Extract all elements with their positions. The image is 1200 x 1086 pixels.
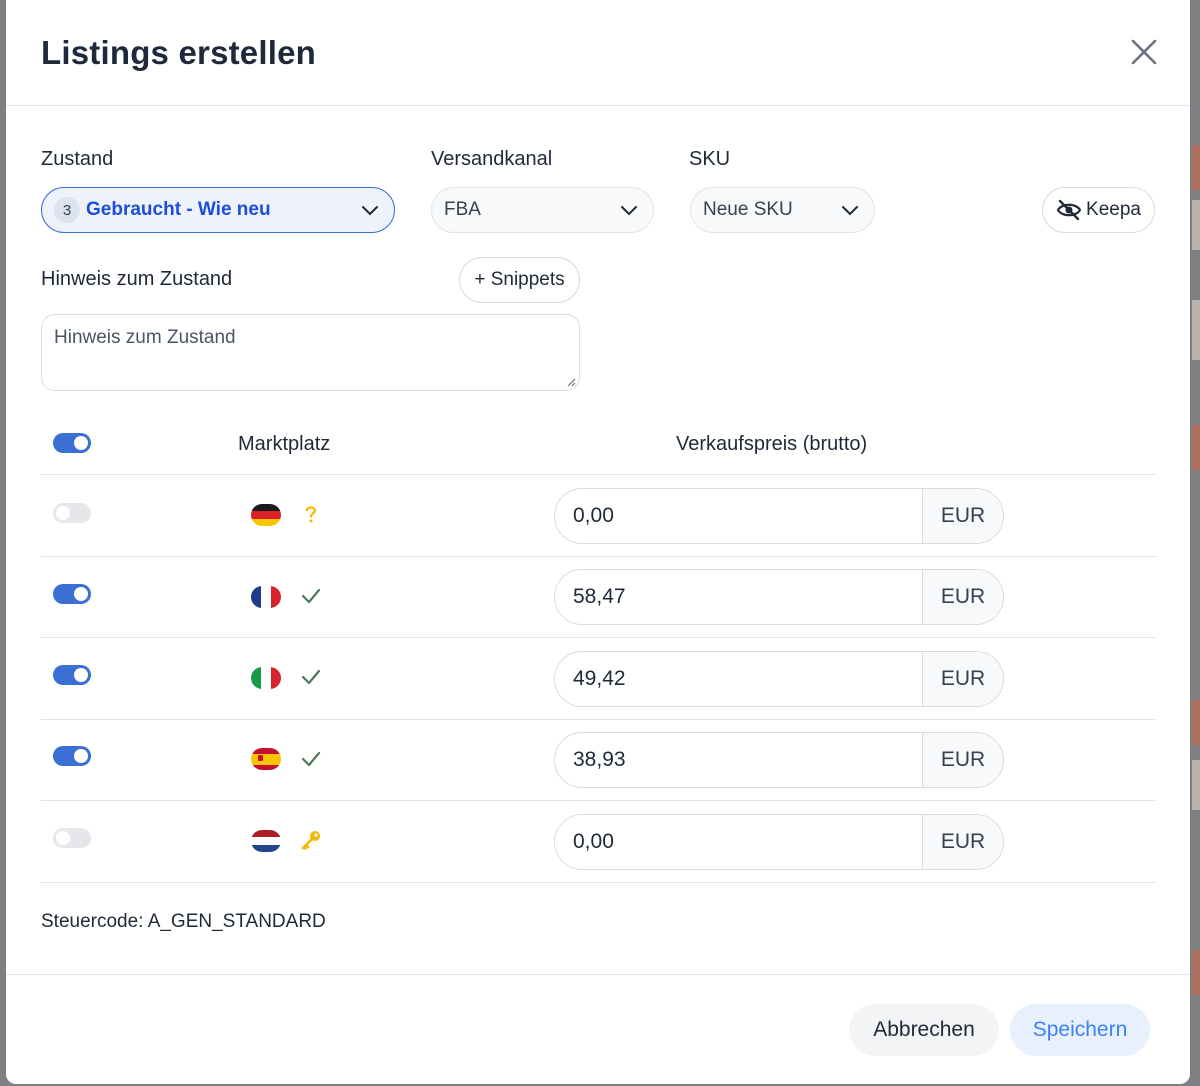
chevron-down-icon — [842, 206, 858, 216]
versandkanal-select[interactable]: FBA — [431, 187, 654, 233]
background-strip — [1192, 200, 1200, 250]
toggle-marketplace-es[interactable] — [53, 746, 91, 766]
condition-badge: 3 — [54, 197, 80, 223]
keepa-button[interactable]: Keepa — [1042, 187, 1155, 233]
price-input-es[interactable]: 38,93 — [555, 733, 923, 787]
table-divider — [41, 800, 1156, 801]
price-input-de[interactable]: 0,00 — [555, 489, 923, 543]
flag-es-icon — [251, 748, 281, 770]
listings-dialog: Listings erstellen Zustand Versandkanal … — [6, 0, 1190, 1084]
currency-de: EUR — [923, 489, 1003, 543]
save-button[interactable]: Speichern — [1010, 1004, 1150, 1056]
table-divider — [41, 556, 1156, 557]
table-divider — [41, 474, 1156, 475]
sku-label: SKU — [689, 148, 731, 170]
keepa-label: Keepa — [1086, 199, 1141, 220]
hinweis-label: Hinweis zum Zustand — [41, 268, 233, 290]
price-group-nl: 0,00 EUR — [554, 814, 1004, 870]
dialog-header: Listings erstellen — [6, 0, 1190, 106]
flag-it-icon — [251, 667, 281, 689]
snippets-button[interactable]: + Snippets — [459, 257, 580, 303]
background-strip — [1192, 700, 1200, 745]
versandkanal-value: FBA — [444, 199, 481, 220]
flag-fr-icon — [251, 586, 281, 608]
price-input-nl[interactable]: 0,00 — [555, 815, 923, 869]
footer-divider — [6, 974, 1190, 975]
chevron-down-icon — [362, 206, 378, 216]
background-strip — [1192, 300, 1200, 360]
close-icon[interactable] — [1128, 36, 1160, 68]
checkmark-icon — [301, 751, 321, 767]
background-strip — [1192, 145, 1200, 190]
toggle-marketplace-de[interactable] — [53, 503, 91, 523]
checkmark-icon — [301, 669, 321, 685]
hinweis-placeholder: Hinweis zum Zustand — [54, 327, 236, 348]
price-group-fr: 58,47 EUR — [554, 569, 1004, 625]
table-divider — [41, 719, 1156, 720]
dialog-title: Listings erstellen — [41, 34, 317, 71]
currency-fr: EUR — [923, 570, 1003, 624]
price-input-it[interactable]: 49,42 — [555, 652, 923, 706]
price-input-fr[interactable]: 58,47 — [555, 570, 923, 624]
question-mark-icon — [305, 506, 317, 523]
table-divider — [41, 882, 1156, 883]
col-header-marketplace: Marktplatz — [238, 433, 331, 455]
tax-code-text: Steuercode: A_GEN_STANDARD — [41, 911, 326, 932]
background-strip — [1192, 425, 1200, 470]
hinweis-textarea[interactable]: Hinweis zum Zustand — [41, 314, 580, 391]
resize-handle-icon[interactable] — [566, 377, 576, 387]
toggle-marketplace-fr[interactable] — [53, 584, 91, 604]
key-icon — [301, 831, 320, 850]
background-strip — [1192, 760, 1200, 810]
currency-it: EUR — [923, 652, 1003, 706]
toggle-marketplace-it[interactable] — [53, 665, 91, 685]
flag-de-icon — [251, 504, 281, 526]
currency-nl: EUR — [923, 815, 1003, 869]
zustand-label: Zustand — [41, 148, 114, 170]
toggle-all-marketplaces[interactable] — [53, 433, 91, 453]
table-divider — [41, 637, 1156, 638]
price-group-es: 38,93 EUR — [554, 732, 1004, 788]
price-group-it: 49,42 EUR — [554, 651, 1004, 707]
sku-value: Neue SKU — [703, 199, 793, 220]
flag-nl-icon — [251, 830, 281, 852]
zustand-select[interactable]: 3 Gebraucht - Wie neu — [41, 187, 395, 233]
toggle-marketplace-nl[interactable] — [53, 828, 91, 848]
checkmark-icon — [301, 588, 321, 604]
eye-off-icon — [1056, 199, 1082, 221]
currency-es: EUR — [923, 733, 1003, 787]
cancel-button[interactable]: Abbrechen — [849, 1004, 999, 1056]
zustand-value: Gebraucht - Wie neu — [86, 199, 271, 220]
background-strip — [1192, 950, 1200, 995]
versandkanal-label: Versandkanal — [431, 148, 553, 170]
price-group-de: 0,00 EUR — [554, 488, 1004, 544]
sku-select[interactable]: Neue SKU — [690, 187, 875, 233]
col-header-price: Verkaufspreis (brutto) — [676, 433, 868, 455]
chevron-down-icon — [621, 206, 637, 216]
